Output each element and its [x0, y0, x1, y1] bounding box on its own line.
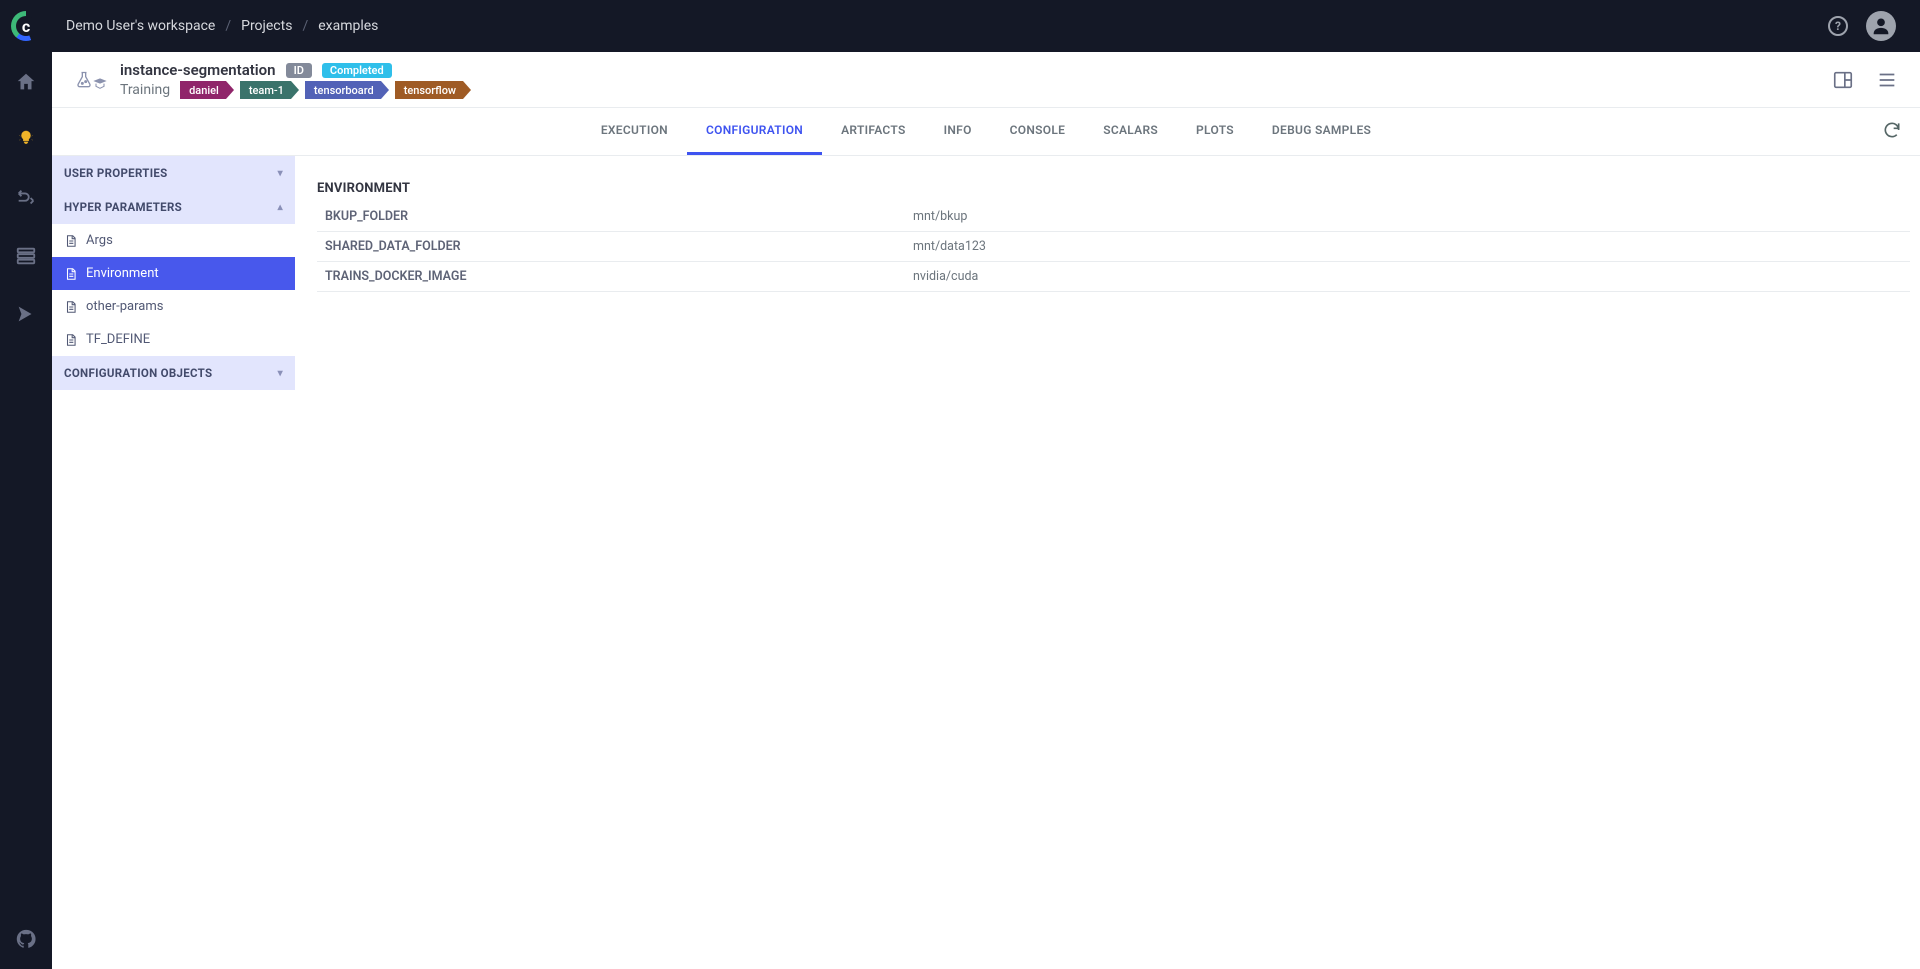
breadcrumb-sep: / — [225, 18, 231, 34]
tag-daniel[interactable]: daniel — [180, 81, 226, 99]
pipelines-icon[interactable] — [14, 186, 38, 210]
env-value: mnt/bkup — [907, 202, 1910, 232]
section-label: CONFIGURATION OBJECTS — [64, 366, 212, 380]
tag-tensorboard[interactable]: tensorboard — [305, 81, 381, 99]
env-key: BKUP_FOLDER — [317, 202, 907, 232]
menu-icon[interactable] — [1876, 69, 1898, 91]
sidebar-item-tf-define[interactable]: TF_DEFINE — [52, 323, 295, 356]
help-icon[interactable]: ? — [1828, 16, 1848, 36]
app-logo[interactable] — [0, 11, 52, 41]
env-value: nvidia/cuda — [907, 262, 1910, 292]
file-icon — [64, 267, 78, 281]
tab-plots[interactable]: PLOTS — [1177, 108, 1253, 155]
layout-toggle-icon[interactable] — [1832, 69, 1854, 91]
sidebar-item-label: Environment — [86, 266, 159, 281]
config-sidebar: USER PROPERTIES ▾ HYPER PARAMETERS ▴ Arg… — [52, 156, 295, 969]
status-badge: Completed — [322, 63, 392, 78]
home-icon[interactable] — [14, 70, 38, 94]
experiment-type: Training — [120, 82, 170, 98]
file-icon — [64, 234, 78, 248]
section-hyper-parameters[interactable]: HYPER PARAMETERS ▴ — [52, 190, 295, 224]
table-row: SHARED_DATA_FOLDER mnt/data123 — [317, 232, 1910, 262]
detail-heading: ENVIRONMENT — [317, 181, 1910, 196]
experiments-icon[interactable] — [14, 128, 38, 152]
main-area: instance-segmentation ID Completed Train… — [52, 52, 1920, 969]
env-key: TRAINS_DOCKER_IMAGE — [317, 262, 907, 292]
refresh-icon[interactable] — [1882, 120, 1902, 144]
env-key: SHARED_DATA_FOLDER — [317, 232, 907, 262]
chevron-down-icon: ▾ — [278, 368, 283, 379]
experiment-header: instance-segmentation ID Completed Train… — [52, 52, 1920, 108]
experiment-type-icon — [74, 69, 108, 91]
content: USER PROPERTIES ▾ HYPER PARAMETERS ▴ Arg… — [52, 156, 1920, 969]
left-nav-rail — [0, 52, 52, 969]
env-table: BKUP_FOLDER mnt/bkup SHARED_DATA_FOLDER … — [317, 202, 1910, 292]
sidebar-item-label: TF_DEFINE — [86, 332, 150, 347]
chevron-down-icon: ▾ — [278, 168, 283, 179]
breadcrumb-projects[interactable]: Projects — [241, 18, 292, 34]
section-label: USER PROPERTIES — [64, 166, 168, 180]
tab-scalars[interactable]: SCALARS — [1084, 108, 1177, 155]
sidebar-item-other-params[interactable]: other-params — [52, 290, 295, 323]
breadcrumb-examples[interactable]: examples — [318, 18, 378, 34]
table-row: TRAINS_DOCKER_IMAGE nvidia/cuda — [317, 262, 1910, 292]
topbar-right: ? — [1828, 11, 1902, 41]
deploy-icon[interactable] — [14, 302, 38, 326]
experiment-title: instance-segmentation — [120, 61, 276, 79]
id-badge[interactable]: ID — [286, 63, 312, 78]
user-avatar[interactable] — [1866, 11, 1896, 41]
tab-debug-samples[interactable]: DEBUG SAMPLES — [1253, 108, 1390, 155]
section-configuration-objects[interactable]: CONFIGURATION OBJECTS ▾ — [52, 356, 295, 390]
chevron-up-icon: ▴ — [278, 202, 283, 213]
file-icon — [64, 333, 78, 347]
topbar: Demo User's workspace / Projects / examp… — [0, 0, 1920, 52]
github-icon[interactable] — [14, 927, 38, 951]
tab-artifacts[interactable]: ARTIFACTS — [822, 108, 925, 155]
tag-tensorflow[interactable]: tensorflow — [395, 81, 463, 99]
tab-configuration[interactable]: CONFIGURATION — [687, 108, 822, 155]
sidebar-item-label: Args — [86, 233, 113, 248]
logo-icon — [11, 11, 41, 41]
datasets-icon[interactable] — [14, 244, 38, 268]
sidebar-item-label: other-params — [86, 299, 163, 314]
env-value: mnt/data123 — [907, 232, 1910, 262]
file-icon — [64, 300, 78, 314]
config-detail: ENVIRONMENT BKUP_FOLDER mnt/bkup SHARED_… — [295, 156, 1920, 969]
sidebar-item-args[interactable]: Args — [52, 224, 295, 257]
sidebar-item-environment[interactable]: Environment — [52, 257, 295, 290]
tab-info[interactable]: INFO — [925, 108, 991, 155]
section-label: HYPER PARAMETERS — [64, 200, 182, 214]
tab-console[interactable]: CONSOLE — [991, 108, 1085, 155]
table-row: BKUP_FOLDER mnt/bkup — [317, 202, 1910, 232]
breadcrumb-workspace[interactable]: Demo User's workspace — [66, 18, 215, 34]
breadcrumb-sep: / — [302, 18, 308, 34]
experiment-tabs: EXECUTION CONFIGURATION ARTIFACTS INFO C… — [52, 108, 1920, 156]
breadcrumb: Demo User's workspace / Projects / examp… — [66, 18, 378, 34]
tag-team-1[interactable]: team-1 — [240, 81, 291, 99]
section-user-properties[interactable]: USER PROPERTIES ▾ — [52, 156, 295, 190]
tab-execution[interactable]: EXECUTION — [582, 108, 687, 155]
